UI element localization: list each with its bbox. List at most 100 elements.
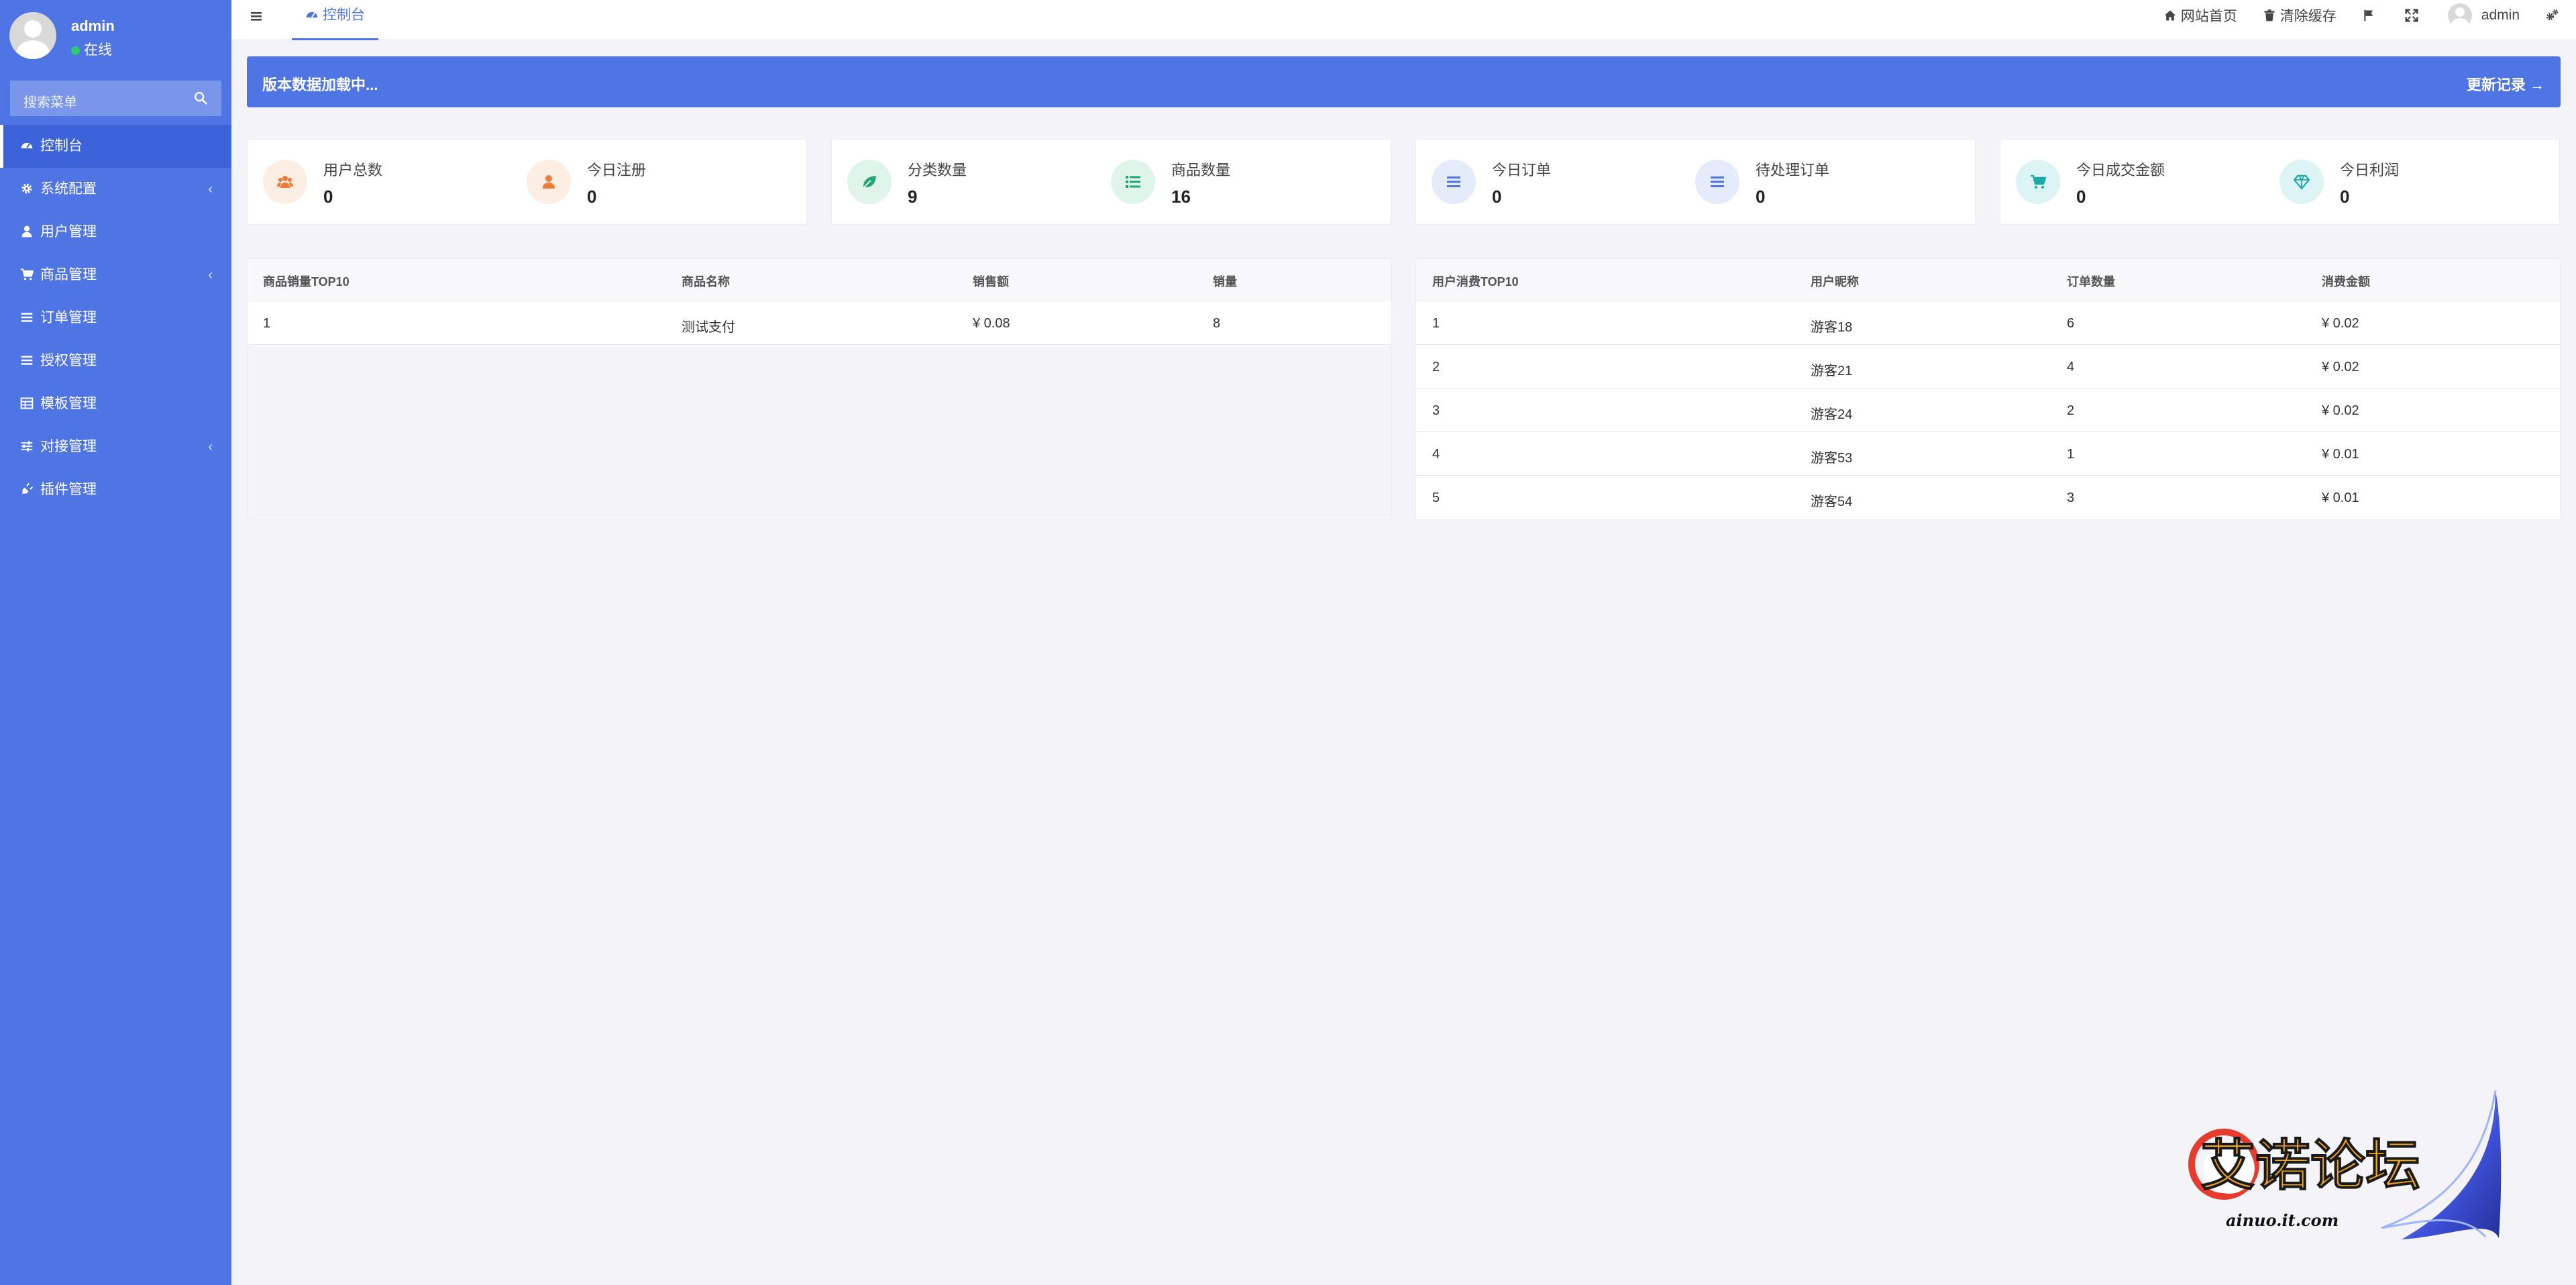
cart-icon	[2031, 174, 2046, 189]
stat-value: 0	[2340, 187, 2350, 207]
sidebar-item-docking[interactable]: 对接管理 ‹	[0, 425, 231, 468]
column-header: 用户消费TOP10	[1432, 275, 1519, 289]
stat-icon-circle	[2279, 160, 2324, 204]
version-notice-text: 版本数据加载中...	[262, 76, 378, 93]
stat-today-orders: 今日订单 0	[1416, 140, 1678, 225]
tab-label: 控制台	[323, 7, 365, 23]
sidebar-item-label: 授权管理	[40, 353, 97, 368]
user-menu[interactable]: admin	[2447, 3, 2520, 28]
top-user-name: admin	[2481, 7, 2520, 23]
sidebar: admin 在线 搜索菜单 控制台 系统配置 ‹ 用户管理 商品管理 ‹ 订单管…	[0, 0, 231, 1285]
top-bar: 控制台 网站首页 清除缓存 admin	[231, 0, 2576, 40]
changelog-link[interactable]: 更新记录 →	[2467, 73, 2544, 95]
stat-total-users: 用户总数 0	[248, 140, 509, 225]
home-icon	[2164, 10, 2176, 21]
menu-search-input[interactable]: 搜索菜单	[10, 81, 221, 116]
avatar	[2447, 3, 2472, 28]
chevron-left-icon: ‹	[208, 182, 213, 197]
table-row: 5 游客54 3 ¥ 0.01	[1416, 476, 2560, 519]
stat-value: 16	[1171, 187, 1191, 207]
gears-icon	[2546, 9, 2559, 21]
table-header: 商品销量TOP10 商品名称 销售额 销量	[248, 259, 1391, 301]
chevron-left-icon: ‹	[208, 440, 213, 454]
table-header: 用户消费TOP10 用户昵称 订单数量 消费金额	[1416, 259, 2560, 301]
stat-value: 0	[1756, 187, 1766, 207]
list-icon	[21, 313, 33, 322]
stat-label: 分类数量	[908, 162, 967, 178]
sidebar-item-templates[interactable]: 模板管理	[0, 382, 231, 425]
column-header: 用户昵称	[1811, 275, 1859, 289]
diamond-icon	[2294, 174, 2310, 190]
flag-icon	[2364, 9, 2373, 21]
stat-icon-circle	[2016, 160, 2060, 204]
plug-icon	[21, 482, 34, 495]
table-cell: 2	[2067, 403, 2075, 418]
column-header: 商品销量TOP10	[263, 275, 350, 289]
chevron-left-icon: ‹	[208, 268, 213, 282]
sidebar-item-plugins[interactable]: 插件管理	[0, 468, 231, 511]
table-cell: 3	[2067, 491, 2075, 505]
sidebar-item-label: 订单管理	[40, 310, 97, 325]
watermark-logo-graphic: 艾诺论坛 ainuo.it.com	[2188, 1090, 2502, 1239]
list-icon	[1711, 176, 1724, 187]
sidebar-item-auth[interactable]: 授权管理	[0, 340, 231, 382]
stat-today-turnover: 今日成交金额 0	[2000, 140, 2262, 225]
fullscreen-button[interactable]	[2405, 9, 2422, 22]
table-icon	[20, 397, 34, 409]
tab-dashboard[interactable]: 控制台	[292, 0, 378, 40]
stat-card-orders: 今日订单 0 待处理订单 0	[1415, 139, 1976, 225]
table-cell: ¥ 0.01	[2322, 447, 2359, 462]
stat-label: 今日订单	[1492, 162, 1552, 178]
stat-value: 9	[908, 187, 918, 207]
table-cell: ¥ 0.02	[2322, 360, 2359, 374]
leaf-icon	[863, 176, 876, 188]
search-icon[interactable]	[193, 91, 208, 105]
stat-card-revenue: 今日成交金额 0 今日利润 0	[2000, 139, 2560, 225]
stat-icon-circle	[1432, 160, 1476, 204]
sidebar-item-users[interactable]: 用户管理	[0, 211, 231, 254]
avatar	[9, 12, 56, 59]
fullscreen-icon	[2405, 9, 2418, 22]
list-icon	[1126, 176, 1140, 188]
version-notice-bar: 版本数据加载中... 更新记录 →	[247, 56, 2561, 107]
sidebar-item-system-config[interactable]: 系统配置 ‹	[0, 168, 231, 211]
table-cell: 4	[1432, 447, 1440, 462]
online-dot-icon	[71, 46, 80, 55]
table-cell: 2	[1432, 360, 1440, 374]
table-row: 3 游客24 2 ¥ 0.02	[1416, 389, 2560, 432]
list-icon	[21, 356, 33, 365]
table-row: 2 游客21 4 ¥ 0.02	[1416, 345, 2560, 389]
table-cell: 3	[1432, 403, 1440, 418]
dashboard-icon	[306, 11, 318, 18]
stat-category-count: 分类数量 9	[832, 140, 1093, 225]
watermark-domain: ainuo.it.com	[2226, 1211, 2339, 1230]
table-cell: 5	[1432, 491, 1440, 505]
user-status: 在线	[71, 39, 112, 59]
stat-goods-count: 商品数量 16	[1095, 140, 1357, 225]
table-cell: 游客24	[1811, 407, 1853, 422]
stat-value: 0	[2076, 187, 2086, 207]
stat-value: 0	[323, 187, 333, 207]
table-cell: 1	[2067, 447, 2075, 462]
clear-cache-button[interactable]: 清除缓存	[2263, 5, 2337, 25]
stat-label: 待处理订单	[1756, 162, 1830, 178]
user-icon	[21, 225, 32, 238]
hamburger-menu-icon[interactable]	[248, 8, 266, 24]
settings-button[interactable]	[2545, 9, 2563, 22]
sidebar-item-orders[interactable]: 订单管理	[0, 297, 231, 340]
stat-icon-circle	[1695, 160, 1739, 204]
sidebar-item-label: 对接管理	[40, 439, 97, 454]
table-cell: 游客54	[1811, 495, 1853, 509]
stat-label: 今日利润	[2340, 162, 2400, 178]
sidebar-item-goods[interactable]: 商品管理 ‹	[0, 254, 231, 297]
website-home-link[interactable]: 网站首页	[2163, 5, 2237, 25]
language-button[interactable]	[2362, 9, 2379, 22]
stat-card-goods: 分类数量 9 商品数量 16	[831, 139, 1391, 225]
stat-icon-circle	[527, 160, 571, 204]
table-cell: 1	[1432, 316, 1440, 331]
sidebar-item-label: 插件管理	[40, 482, 97, 497]
menu-search-placeholder: 搜索菜单	[23, 95, 77, 110]
sidebar-item-dashboard[interactable]: 控制台	[0, 125, 231, 168]
sidebar-item-label: 用户管理	[40, 224, 97, 240]
cart-icon	[20, 268, 34, 280]
